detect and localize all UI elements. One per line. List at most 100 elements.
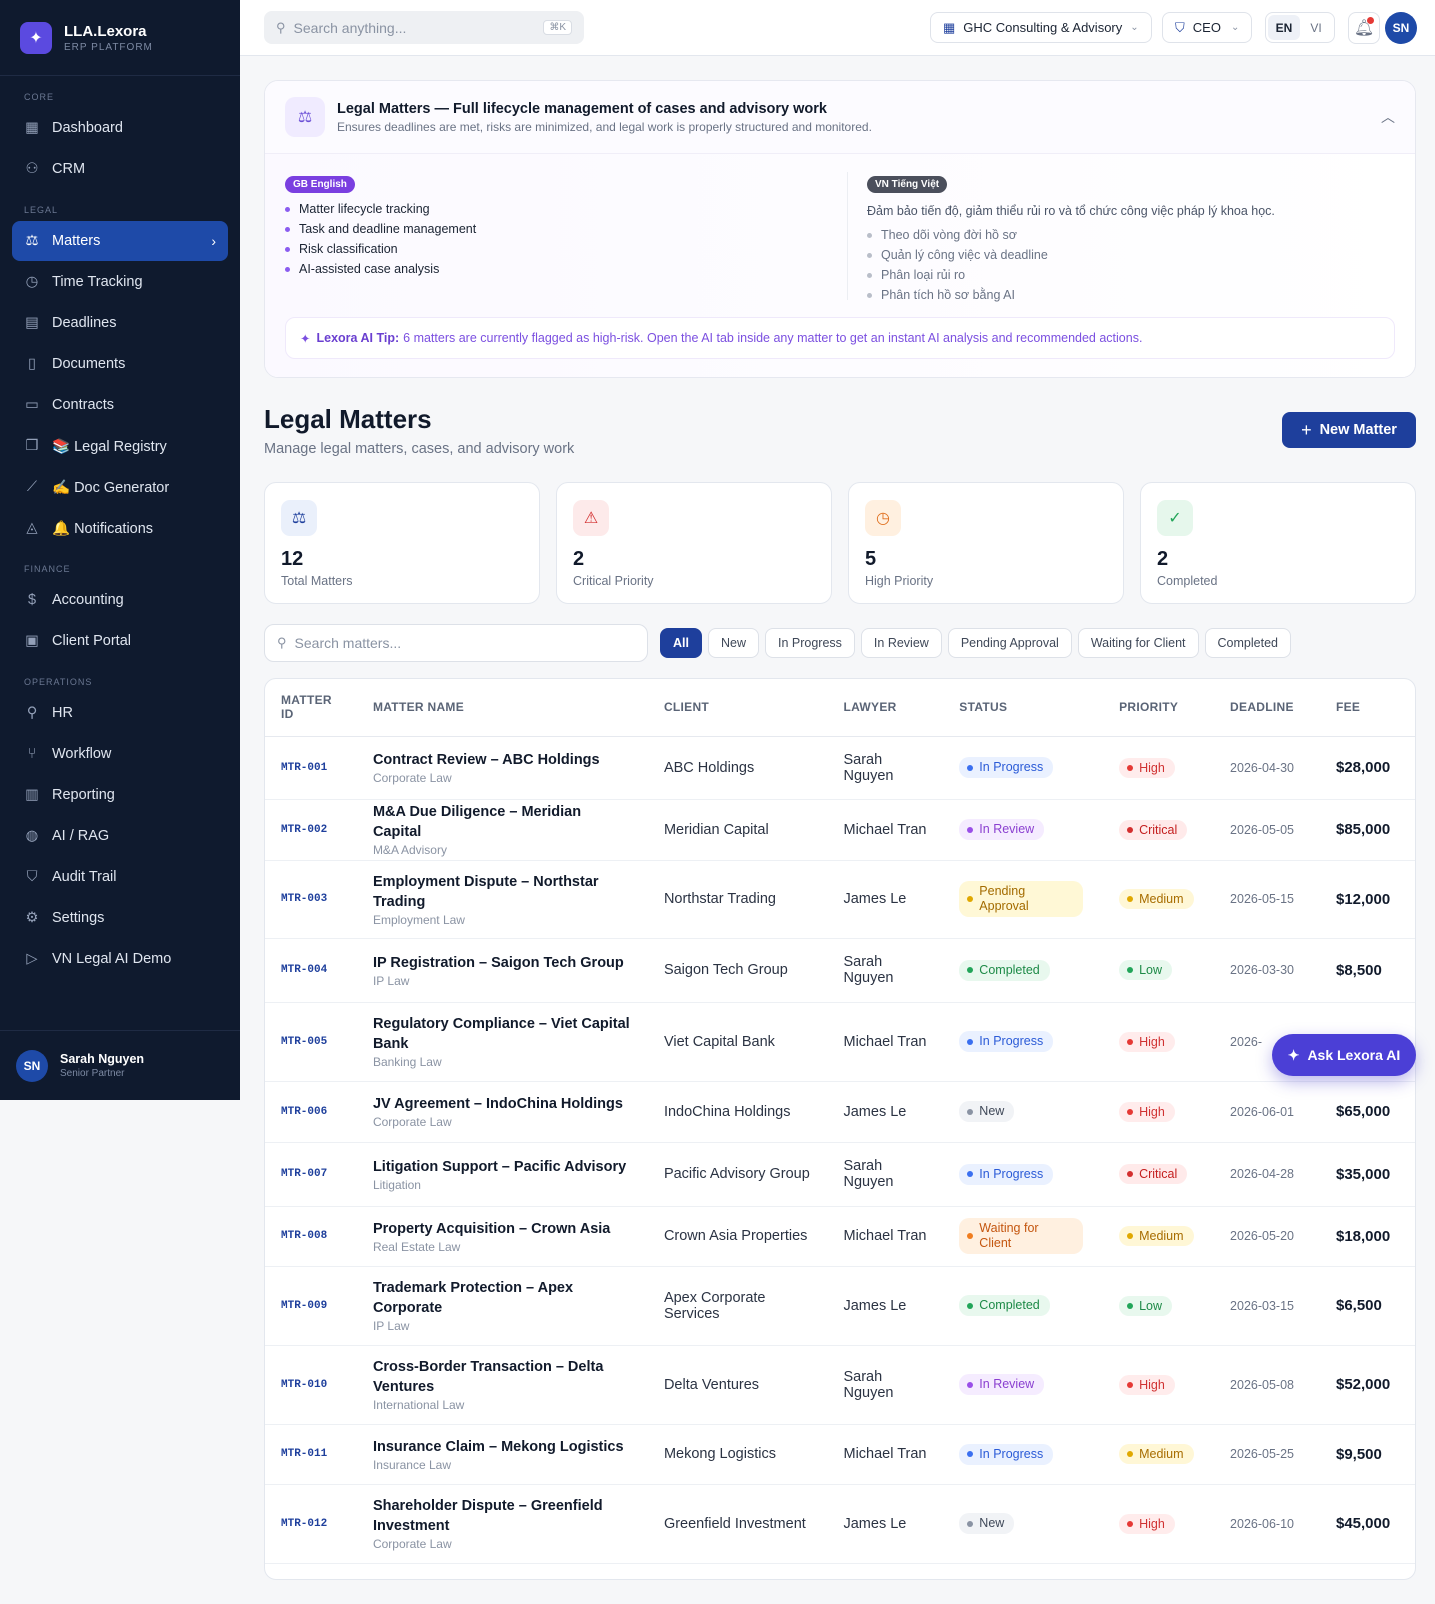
sidebar-item-crm[interactable]: ⚇ CRM: [12, 149, 228, 189]
deadline: 2026-06-10: [1214, 1484, 1320, 1564]
sidebar-item-ai-rag[interactable]: ◍ AI / RAG: [12, 816, 228, 856]
info-header[interactable]: ⚖ Legal Matters — Full lifecycle managem…: [265, 81, 1415, 154]
sidebar-item-settings[interactable]: ⚙ Settings: [12, 898, 228, 938]
matter-id[interactable]: MTR-012: [265, 1484, 357, 1564]
sidebar-item-documents[interactable]: ▯ Documents: [12, 344, 228, 384]
stat-card-critical: ⚠ 2 Critical Priority: [556, 482, 832, 604]
sidebar-item-label: Documents: [52, 356, 126, 372]
sidebar-item-notifications[interactable]: ◬ 🔔 Notifications: [12, 508, 228, 548]
matter-name-cell[interactable]: Shareholder Dispute – Greenfield Investm…: [356, 1484, 648, 1564]
column-header[interactable]: MATTER ID: [265, 679, 357, 737]
clock-icon: ◷: [25, 274, 39, 290]
new-matter-button[interactable]: + New Matter: [1282, 412, 1416, 448]
table-row[interactable]: MTR-002 M&A Due Diligence – Meridian Cap…: [265, 799, 1415, 861]
table-row[interactable]: MTR-009 Trademark Protection – Apex Corp…: [265, 1266, 1415, 1346]
filter-chip-in-review[interactable]: In Review: [860, 628, 942, 658]
matter-id[interactable]: MTR-004: [265, 938, 357, 1003]
table-row[interactable]: MTR-003 Employment Dispute – Northstar T…: [265, 860, 1415, 939]
matter-search-input[interactable]: ⚲ Search matters...: [264, 624, 648, 662]
matter-id[interactable]: MTR-008: [265, 1206, 357, 1267]
table-row[interactable]: MTR-001 Contract Review – ABC Holdings Co…: [265, 736, 1415, 800]
filter-chip-pending-approval[interactable]: Pending Approval: [947, 628, 1072, 658]
matter-id[interactable]: MTR-005: [265, 1002, 357, 1082]
matter-name-cell[interactable]: IP Registration – Saigon Tech Group IP La…: [356, 938, 648, 1003]
filter-chip-all[interactable]: All: [660, 628, 702, 658]
sidebar-item-doc-generator[interactable]: ⟋ ✍️ Doc Generator: [12, 467, 228, 507]
matter-name-cell[interactable]: Regulatory Compliance – Viet Capital Ban…: [356, 1002, 648, 1082]
matter-name-cell[interactable]: Trademark Protection – Apex Corporate IP …: [356, 1266, 648, 1346]
table-row[interactable]: MTR-007 Litigation Support – Pacific Adv…: [265, 1142, 1415, 1207]
matter-id[interactable]: MTR-007: [265, 1142, 357, 1207]
matter-id[interactable]: MTR-003: [265, 860, 357, 939]
sidebar-item-reporting[interactable]: ▥ Reporting: [12, 775, 228, 815]
sidebar-item-label: CRM: [52, 161, 86, 177]
lang-vi-button[interactable]: VI: [1300, 15, 1332, 40]
sidebar-item-contracts[interactable]: ▭ Contracts: [12, 385, 228, 425]
matter-id[interactable]: MTR-011: [265, 1424, 357, 1485]
sidebar-item-vn-legal-ai-demo[interactable]: ▷ VN Legal AI Demo: [12, 939, 228, 979]
sidebar-item-client-portal[interactable]: ▣ Client Portal: [12, 621, 228, 661]
info-body: GB English Matter lifecycle tracking Task…: [265, 154, 1415, 377]
sidebar-item-matters[interactable]: ⚖ Matters ›: [12, 221, 228, 261]
lawyer: Sarah Nguyen: [827, 736, 944, 800]
matter-id[interactable]: MTR-009: [265, 1266, 357, 1346]
table-row[interactable]: MTR-006 JV Agreement – IndoChina Holding…: [265, 1081, 1415, 1143]
matter-id[interactable]: MTR-002: [265, 799, 357, 861]
ai-tip-banner: ✦ Lexora AI Tip: 6 matters are currently…: [285, 317, 1395, 359]
filter-chip-waiting-for-client[interactable]: Waiting for Client: [1077, 628, 1199, 658]
sidebar-item-deadlines[interactable]: ▤ Deadlines: [12, 303, 228, 343]
role-selector[interactable]: ⛉ CEO ⌄: [1162, 12, 1253, 43]
brand[interactable]: ✦ LLA.Lexora ERP PLATFORM: [0, 0, 240, 76]
table-row[interactable]: MTR-011 Insurance Claim – Mekong Logisti…: [265, 1424, 1415, 1485]
priority-cell: Low: [1103, 1266, 1215, 1346]
status-badge: Waiting for Client: [959, 1218, 1084, 1254]
matter-name-cell[interactable]: Contract Review – ABC Holdings Corporate …: [356, 736, 648, 800]
priority-cell: Medium: [1103, 860, 1215, 939]
user-profile[interactable]: SN Sarah Nguyen Senior Partner: [0, 1030, 240, 1100]
deadline: 2026-05-15: [1214, 860, 1320, 939]
global-search-input[interactable]: ⚲ Search anything... ⌘K: [264, 11, 584, 44]
column-header[interactable]: MATTER NAME: [356, 679, 648, 737]
lang-en-button[interactable]: EN: [1268, 15, 1300, 40]
matter-name-cell[interactable]: Insurance Claim – Mekong Logistics Insura…: [356, 1424, 648, 1485]
matter-name-cell[interactable]: Property Acquisition – Crown Asia Real Es…: [356, 1206, 648, 1267]
avatar[interactable]: SN: [1385, 12, 1417, 44]
filter-chip-in-progress[interactable]: In Progress: [765, 628, 855, 658]
column-header[interactable]: FEE: [1319, 679, 1415, 737]
matter-id[interactable]: MTR-006: [265, 1081, 357, 1143]
sidebar-item-dashboard[interactable]: ▦ Dashboard: [12, 108, 228, 148]
table-row[interactable]: MTR-004 IP Registration – Saigon Tech Gr…: [265, 938, 1415, 1003]
matter-name-cell[interactable]: Litigation Support – Pacific Advisory Lit…: [356, 1142, 648, 1207]
stat-label: Critical Priority: [573, 574, 654, 588]
column-header[interactable]: DEADLINE: [1214, 679, 1320, 737]
feature-item: Quản lý công việc và deadline: [867, 248, 1048, 262]
matter-name-cell[interactable]: M&A Due Diligence – Meridian Capital M&A …: [356, 799, 648, 861]
client: Mekong Logistics: [647, 1424, 828, 1485]
chevron-up-icon[interactable]: ︿: [1381, 107, 1395, 127]
sidebar-item-workflow[interactable]: ⑂ Workflow: [12, 734, 228, 774]
matter-id[interactable]: MTR-001: [265, 736, 357, 800]
matter-name-cell[interactable]: Employment Dispute – Northstar Trading Em…: [356, 860, 648, 939]
matter-name-cell[interactable]: Cross-Border Transaction – Delta Venture…: [356, 1345, 648, 1425]
notifications-button[interactable]: 🔔︎: [1348, 12, 1380, 44]
table-row[interactable]: MTR-005 Regulatory Compliance – Viet Cap…: [265, 1002, 1415, 1082]
column-header[interactable]: STATUS: [943, 679, 1104, 737]
matter-name-cell[interactable]: JV Agreement – IndoChina Holdings Corpora…: [356, 1081, 648, 1143]
table-row[interactable]: MTR-010 Cross-Border Transaction – Delta…: [265, 1345, 1415, 1425]
filter-chip-new[interactable]: New: [707, 628, 759, 658]
company-selector[interactable]: ▦ GHC Consulting & Advisory ⌄: [930, 12, 1152, 43]
column-header[interactable]: CLIENT: [647, 679, 828, 737]
sidebar-item-hr[interactable]: ⚲ HR: [12, 693, 228, 733]
sidebar-item-accounting[interactable]: $ Accounting: [12, 580, 228, 620]
column-header[interactable]: PRIORITY: [1103, 679, 1215, 737]
table-row[interactable]: MTR-012 Shareholder Dispute – Greenfield…: [265, 1484, 1415, 1564]
ask-ai-button[interactable]: ✦ Ask Lexora AI: [1272, 1034, 1416, 1076]
sidebar-item-audit-trail[interactable]: ⛉ Audit Trail: [12, 857, 228, 897]
filter-chip-completed[interactable]: Completed: [1204, 628, 1291, 658]
matter-id[interactable]: MTR-010: [265, 1345, 357, 1425]
column-header[interactable]: LAWYER: [827, 679, 944, 737]
sidebar-item-legal-registry[interactable]: ❒ 📚 Legal Registry: [12, 426, 228, 466]
feature-item: AI-assisted case analysis: [285, 262, 476, 276]
sidebar-item-time-tracking[interactable]: ◷ Time Tracking: [12, 262, 228, 302]
table-row[interactable]: MTR-008 Property Acquisition – Crown Asi…: [265, 1206, 1415, 1267]
